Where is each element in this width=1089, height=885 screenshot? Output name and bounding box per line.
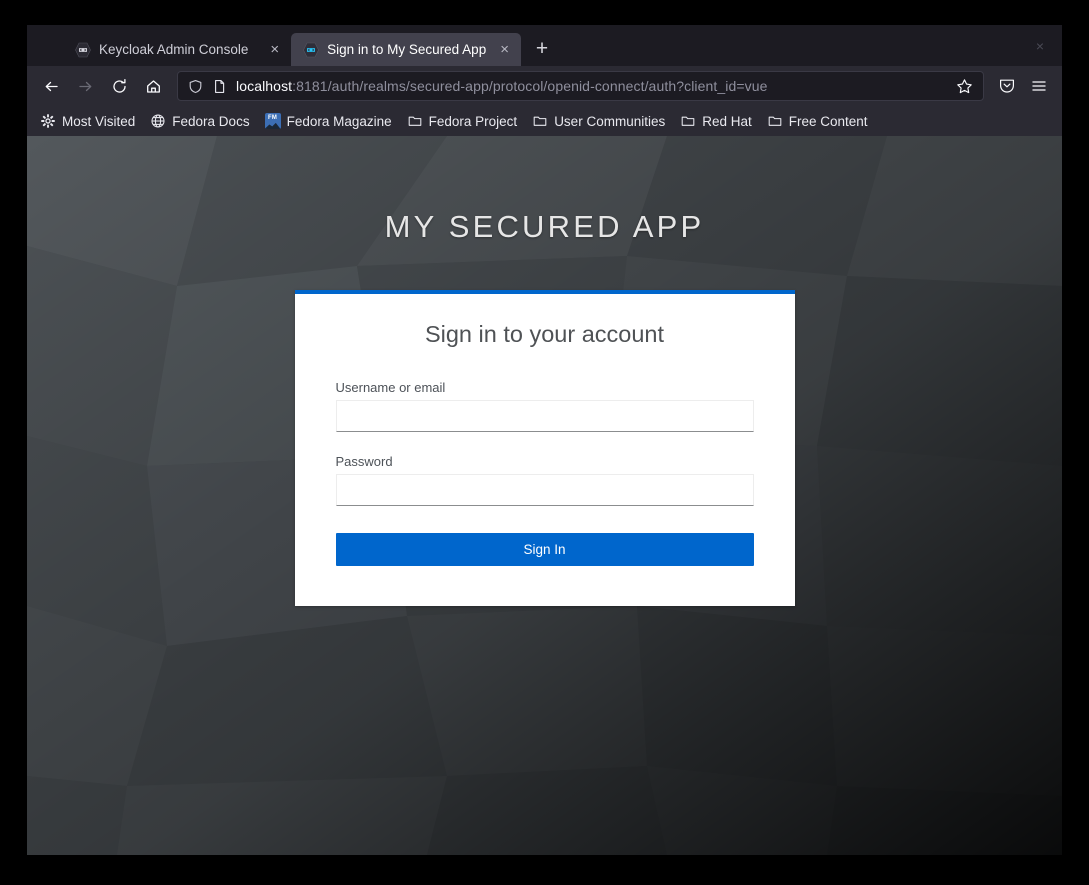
hamburger-menu-icon[interactable] [1024,71,1054,101]
browser-tab-sign-in-to-my-secured-app[interactable]: Sign in to My Secured App × [291,33,521,66]
bookmark-fedora-project[interactable]: Fedora Project [400,110,525,132]
window-close-button[interactable]: × [1028,34,1052,58]
tab-close-icon[interactable]: × [268,42,281,57]
folder-icon [532,113,548,129]
tab-label: Sign in to My Secured App [327,42,487,57]
password-form-group: Password [335,454,754,506]
folder-icon [767,113,783,129]
bookmark-label: Most Visited [62,113,136,129]
password-label: Password [335,454,393,469]
url-host: localhost [236,78,293,94]
tab-strip: Keycloak Admin Console × Sign in to My S… [27,25,1062,66]
bookmark-label: User Communities [554,113,666,129]
bookmark-most-visited[interactable]: Most Visited [33,110,142,132]
bookmarks-bar: Most Visited Fedora Docs FM Fedora Magaz… [27,106,1062,136]
page-title: MY SECURED APP [384,209,705,244]
username-form-group: Username or email [335,380,754,432]
pocket-icon[interactable] [992,71,1022,101]
bookmark-user-communities[interactable]: User Communities [525,110,672,132]
login-page: MY SECURED APP Sign in to your account U… [27,136,1062,855]
keycloak-icon [75,42,91,58]
page-content: MY SECURED APP Sign in to your account U… [27,136,1062,855]
folder-icon [680,113,696,129]
bookmark-label: Red Hat [702,113,752,129]
tab-close-icon[interactable]: × [498,42,511,57]
fedora-magazine-icon: FM [264,113,281,129]
url-path: :8181/auth/realms/secured-app/protocol/o… [292,78,768,94]
reload-button[interactable] [103,70,135,102]
bookmark-label: Fedora Docs [172,113,250,129]
star-icon[interactable] [951,73,977,99]
page-icon[interactable] [212,79,227,94]
navigation-toolbar: localhost:8181/auth/realms/secured-app/p… [27,66,1062,106]
url-bar[interactable]: localhost:8181/auth/realms/secured-app/p… [177,71,984,101]
password-input[interactable] [335,474,754,506]
tab-label: Keycloak Admin Console [99,42,249,57]
back-button[interactable] [35,70,67,102]
folder-icon [407,113,423,129]
browser-window: Keycloak Admin Console × Sign in to My S… [27,25,1062,855]
globe-icon [150,113,166,129]
url-text[interactable]: localhost:8181/auth/realms/secured-app/p… [236,78,942,94]
browser-tab-keycloak-admin-console[interactable]: Keycloak Admin Console × [63,33,291,66]
bookmark-label: Free Content [788,113,868,129]
gear-icon [40,113,56,129]
bookmark-label: Fedora Magazine [286,113,392,129]
keycloak-icon [303,42,319,58]
username-label: Username or email [335,380,446,395]
bookmark-label: Fedora Project [428,113,518,129]
bookmark-red-hat[interactable]: Red Hat [673,110,759,132]
forward-button[interactable] [69,70,101,102]
shield-icon[interactable] [188,79,203,94]
bookmark-fedora-magazine[interactable]: FM Fedora Magazine [258,110,399,132]
card-heading: Sign in to your account [424,321,665,347]
sign-in-button[interactable]: Sign In [335,533,754,566]
bookmark-free-content[interactable]: Free Content [760,110,875,132]
login-card: Sign in to your account Username or emai… [294,290,795,606]
bookmark-fedora-docs[interactable]: Fedora Docs [143,110,256,132]
username-input[interactable] [335,400,754,432]
new-tab-button[interactable]: + [527,34,557,64]
home-button[interactable] [137,70,169,102]
